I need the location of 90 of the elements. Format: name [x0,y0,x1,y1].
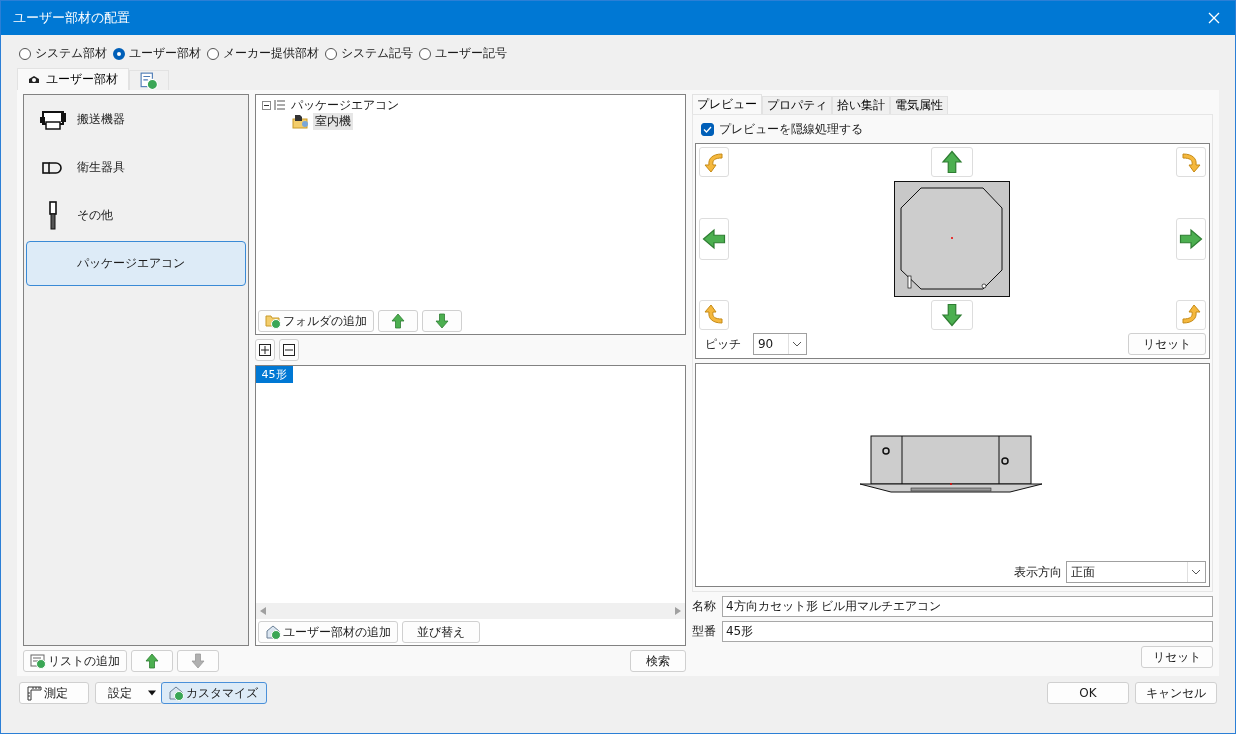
rotate-arrow-icon [701,303,726,327]
horizontal-scrollbar[interactable] [255,603,685,619]
arrow-icon [433,313,450,329]
plus-box-icon [258,344,271,356]
ok-button[interactable]: OK [1047,682,1129,704]
rotate-button[interactable] [1175,300,1206,330]
dropdown-caret-icon [148,690,156,696]
arrow-icon [1178,226,1203,251]
expand-all-button[interactable] [254,339,275,361]
add-tab[interactable] [129,70,169,90]
tab[interactable]: ユーザー部材 [17,68,129,90]
tree-item[interactable]: 室内機 [312,112,353,130]
radio-option[interactable]: メーカー提供部材 [207,45,319,62]
part-add-icon [264,624,281,640]
radio-button[interactable] [207,47,219,60]
field-label: 名称 [691,598,716,615]
tab[interactable]: 電気属性 [889,96,948,114]
radio-button[interactable] [19,47,31,60]
machine-icon [39,108,67,131]
category-item[interactable]: 衛生器具 [26,145,246,190]
scroll-left-icon[interactable] [259,607,266,615]
ruler-icon [26,685,42,701]
move-down-button[interactable] [421,310,462,332]
tab[interactable]: プロパティ [761,96,832,114]
radio-button[interactable] [113,47,125,60]
move-up-button[interactable] [131,650,173,672]
minus-box-icon [282,344,295,356]
checkbox-option[interactable]: プレビューを隠線処理する [694,119,1210,139]
tab[interactable]: 拾い集計 [831,96,890,114]
view-direction-label: 表示方向 [1014,563,1062,581]
measure-button[interactable]: 測定 [19,682,89,704]
chevron-down-icon [1191,569,1202,575]
pitch-dropdown[interactable]: 90 [752,333,807,355]
radio-option[interactable]: ユーザー記号 [419,45,507,62]
add-folder-button[interactable]: フォルダの追加 [257,310,374,332]
settings-dropdown-button[interactable]: 設定 [95,682,163,704]
window-title: ユーザー部材の配置 [13,9,130,27]
text-field[interactable]: 4方向カセット形 ビル用マルチエアコン [721,596,1213,617]
sort-button[interactable]: 並び替え [401,621,480,643]
folder-add-icon [264,313,281,329]
add-part-button[interactable]: ユーザー部材の追加 [257,621,398,643]
checkbox[interactable] [700,122,714,136]
rotate-arrow-icon [701,150,726,174]
rotate-right-button[interactable] [1175,147,1206,177]
arrow-icon [190,653,206,669]
list-icon [273,99,286,111]
pitch-label: ピッチ [703,335,742,353]
customize-button[interactable]: カスタマイズ [161,682,267,704]
rotate-left-button[interactable] [698,147,729,177]
view-direction-dropdown[interactable]: 正面 [1066,561,1206,583]
move-down-button[interactable] [931,300,974,330]
radio-button[interactable] [325,47,337,60]
rotate-button[interactable] [698,300,729,330]
text-field[interactable]: 45形 [721,621,1213,642]
category-item[interactable]: その他 [26,193,246,238]
tab[interactable]: プレビュー [691,94,762,114]
collapse-icon[interactable] [261,100,271,110]
arrow-icon [701,226,726,251]
radio-button[interactable] [419,47,431,60]
scroll-right-icon[interactable] [674,607,681,615]
search-button[interactable]: 検索 [629,650,686,672]
3d-part-icon [291,113,310,129]
house-icon [28,74,40,85]
field-label: 型番 [691,623,716,640]
close-icon [1208,12,1220,24]
move-up-button[interactable] [377,310,418,332]
part-add-icon [168,685,184,701]
device-icon [48,200,58,231]
move-right-button[interactable] [1175,217,1206,260]
list-add-icon [30,653,46,669]
collapse-all-button[interactable] [278,339,299,361]
move-left-button[interactable] [698,217,729,260]
arrow-icon [940,150,965,174]
reset-button[interactable]: リセット [1141,646,1213,668]
radio-option[interactable]: ユーザー部材 [113,45,201,62]
tree-item[interactable]: パッケージエアコン [288,96,401,114]
category-item[interactable]: 搬送機器 [26,97,246,142]
list-item[interactable]: 45形 [255,366,293,383]
fixture-icon [42,161,64,174]
arrow-icon [940,303,965,327]
arrow-icon [144,653,160,669]
cancel-button[interactable]: キャンセル [1135,682,1217,704]
radio-option[interactable]: システム記号 [325,45,413,62]
radio-option[interactable]: システム部材 [19,45,107,62]
category-item[interactable]: パッケージエアコン [26,241,246,286]
arrow-icon [389,313,406,329]
chevron-down-icon [792,341,803,347]
add-list-button[interactable]: リストの追加 [23,650,127,672]
reset-button[interactable]: リセット [1128,333,1206,355]
move-up-button[interactable] [931,147,974,177]
